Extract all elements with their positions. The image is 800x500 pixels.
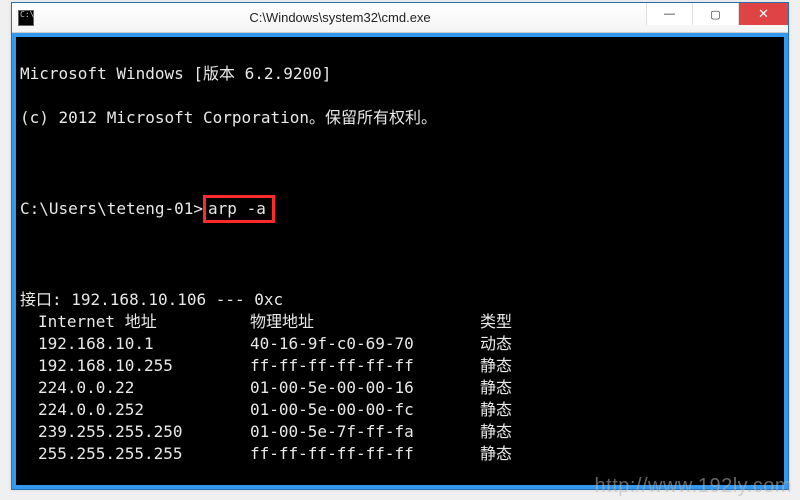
table-row: 255.255.255.255ff-ff-ff-ff-ff-ff静态 [20,443,780,465]
cell-mac: ff-ff-ff-ff-ff-ff [250,443,480,465]
cell-ip: 192.168.10.1 [20,333,250,355]
titlebar[interactable]: C:\ C:\Windows\system32\cmd.exe — ▢ ✕ [12,3,788,33]
cell-mac: 01-00-5e-00-00-fc [250,399,480,421]
interface-label: 接口: 192.168.10.106 --- 0xc [20,289,780,311]
cell-type: 静态 [480,421,540,443]
cmd-icon: C:\ [18,10,34,26]
interface-label: 接口: 192.168.240.1 --- 0x10 [20,487,780,489]
col-ip-header: Internet 地址 [20,311,250,333]
table-row: 224.0.0.25201-00-5e-00-00-fc静态 [20,399,780,421]
cell-mac: 40-16-9f-c0-69-70 [250,333,480,355]
table-row: 224.0.0.2201-00-5e-00-00-16静态 [20,377,780,399]
cell-type: 静态 [480,443,540,465]
prompt-path: C:\Users\teteng-01> [20,199,203,218]
cell-mac: 01-00-5e-00-00-16 [250,377,480,399]
prompt-line: C:\Users\teteng-01>arp -a [20,195,780,223]
table-header: Internet 地址物理地址类型 [20,311,780,333]
blank-line [20,245,780,267]
cell-ip: 224.0.0.252 [20,399,250,421]
blank-line [20,151,780,173]
cell-type: 静态 [480,377,540,399]
table-row: 192.168.10.255ff-ff-ff-ff-ff-ff静态 [20,355,780,377]
window-buttons: — ▢ ✕ [646,3,788,32]
cell-type: 动态 [480,333,540,355]
window-title: C:\Windows\system32\cmd.exe [34,10,646,25]
cell-type: 静态 [480,355,540,377]
table-row: 192.168.10.140-16-9f-c0-69-70动态 [20,333,780,355]
cell-ip: 224.0.0.22 [20,377,250,399]
cell-mac: 01-00-5e-7f-ff-fa [250,421,480,443]
cmd-window: C:\ C:\Windows\system32\cmd.exe — ▢ ✕ Mi… [11,2,789,490]
table-row: 239.255.255.25001-00-5e-7f-ff-fa静态 [20,421,780,443]
terminal-output[interactable]: Microsoft Windows [版本 6.2.9200] (c) 2012… [12,33,788,489]
cell-ip: 239.255.255.250 [20,421,250,443]
blank-line [20,465,780,487]
col-type-header: 类型 [480,311,540,333]
cell-ip: 192.168.10.255 [20,355,250,377]
cell-ip: 255.255.255.255 [20,443,250,465]
cell-type: 静态 [480,399,540,421]
close-button[interactable]: ✕ [738,3,788,25]
maximize-button[interactable]: ▢ [692,3,738,25]
col-mac-header: 物理地址 [250,311,480,333]
cell-mac: ff-ff-ff-ff-ff-ff [250,355,480,377]
version-line: Microsoft Windows [版本 6.2.9200] [20,63,780,85]
command-highlight: arp -a [203,195,275,223]
minimize-button[interactable]: — [646,3,692,25]
copyright-line: (c) 2012 Microsoft Corporation。保留所有权利。 [20,107,780,129]
